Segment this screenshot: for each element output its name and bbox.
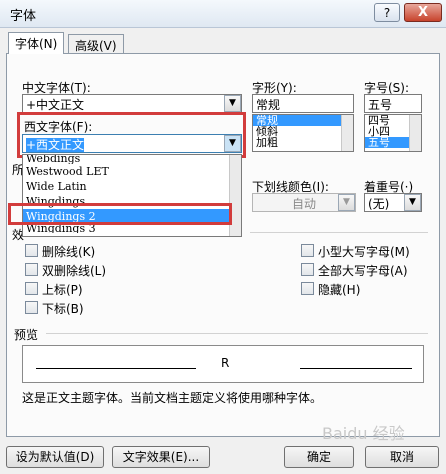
zh-font-combo[interactable]: +中文正文 [22, 94, 242, 113]
preview-separator [46, 333, 428, 334]
font-option-webdings[interactable]: Webdings [23, 155, 241, 164]
all-caps-label: 全部大写字母(A) [318, 264, 408, 278]
font-option-wingdings-3[interactable]: Wingdings 3 [23, 224, 241, 233]
close-button[interactable]: X [404, 3, 442, 22]
wingdings2-highlight [8, 203, 232, 225]
tab-font[interactable]: 字体(N) [8, 32, 65, 54]
style-option-bold[interactable]: 加粗 [253, 137, 353, 148]
all-caps-checkbox[interactable] [301, 263, 314, 276]
superscript-checkbox[interactable] [25, 282, 38, 295]
strikethrough-label: 删除线(K) [42, 245, 96, 259]
underline-color-dropdown-icon[interactable]: ▼ [338, 194, 355, 211]
size-value: 五号 [368, 98, 393, 112]
style-list-scrollbar[interactable] [341, 115, 353, 151]
style-input[interactable]: 常规 [252, 94, 354, 113]
preview-line-left [36, 368, 196, 369]
emphasis-value: (无) [368, 197, 390, 211]
set-default-button[interactable]: 设为默认值(D) [6, 446, 104, 468]
subscript-checkbox[interactable] [25, 301, 38, 314]
ok-button[interactable]: 确定 [284, 446, 354, 468]
size-input[interactable]: 五号 [364, 94, 422, 113]
double-strikethrough-checkbox[interactable] [25, 263, 38, 276]
small-caps-label: 小型大写字母(M) [318, 245, 410, 259]
size-list-scrollbar[interactable] [409, 115, 421, 151]
preview-line-right [300, 368, 412, 369]
hidden-checkbox[interactable] [301, 282, 314, 295]
superscript-label: 上标(P) [42, 283, 83, 297]
double-strikethrough-label: 双删除线(L) [42, 264, 107, 278]
watermark: Baidu 经验 [322, 424, 405, 443]
cancel-button[interactable]: 取消 [365, 446, 439, 468]
west-font-label: 西文字体(F): [24, 120, 93, 134]
tab-advanced[interactable]: 高级(V) [68, 34, 124, 54]
effects-separator [250, 232, 428, 233]
dialog-title: 字体 [10, 9, 37, 24]
strikethrough-checkbox[interactable] [25, 244, 38, 257]
hidden-label: 隐藏(H) [318, 283, 361, 297]
style-value: 常规 [256, 98, 281, 112]
west-font-combo[interactable]: +西文正文 [22, 134, 242, 153]
style-list[interactable]: 常规 倾斜 加粗 [252, 114, 354, 152]
subscript-label: 下标(B) [42, 302, 84, 316]
underline-color-value: 自动 [291, 197, 316, 211]
small-caps-checkbox[interactable] [301, 244, 314, 257]
font-option-westwood[interactable]: Westwood LET [23, 164, 241, 179]
text-effects-button[interactable]: 文字效果(E)... [112, 446, 210, 468]
west-font-dropdown-icon[interactable]: ▼ [224, 135, 241, 152]
preview-sample: R [221, 356, 230, 370]
help-button[interactable]: ? [374, 3, 400, 22]
west-font-value: +西文正文 [26, 138, 85, 152]
preview-label: 预览 [14, 328, 39, 342]
zh-font-dropdown-icon[interactable]: ▼ [224, 95, 241, 112]
zh-font-value: +中文正文 [26, 98, 85, 112]
font-option-wide-latin[interactable]: Wide Latin [23, 179, 241, 194]
emphasis-dropdown-icon[interactable]: ▼ [404, 194, 421, 211]
preview-note: 这是正文主题字体。当前文档主题定义将使用哪种字体。 [22, 391, 323, 405]
